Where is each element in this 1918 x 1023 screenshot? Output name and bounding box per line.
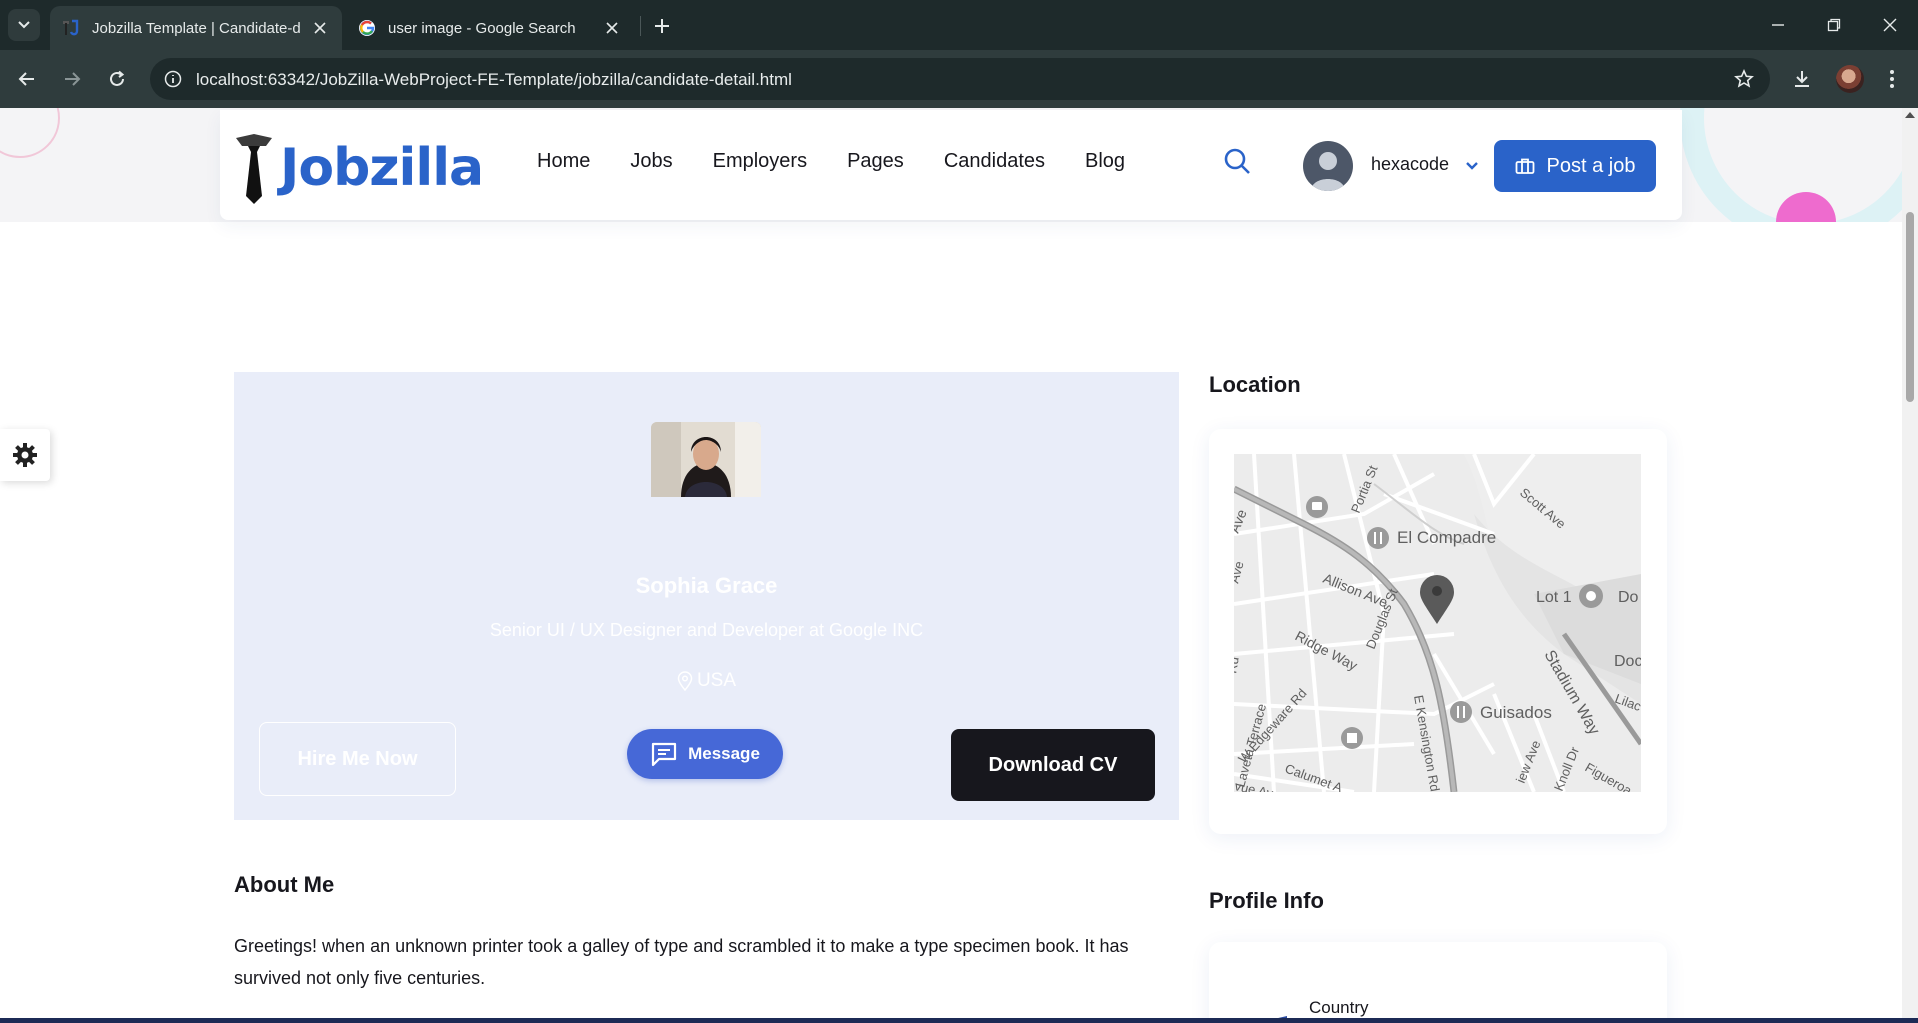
new-tab-button[interactable] <box>648 12 676 40</box>
address-bar[interactable]: localhost:63342/JobZilla-WebProject-FE-T… <box>150 58 1770 100</box>
scrollbar-thumb[interactable] <box>1906 212 1914 402</box>
download-cv-button[interactable]: Download CV <box>951 729 1155 801</box>
restore-button[interactable] <box>1814 10 1854 40</box>
settings-widget[interactable] <box>0 429 50 481</box>
chevron-down-icon <box>18 21 30 29</box>
svg-text:Guisados: Guisados <box>1480 703 1552 722</box>
reload-button[interactable] <box>101 63 133 95</box>
bookmark-star-icon[interactable] <box>1732 67 1756 91</box>
close-window-button[interactable] <box>1870 10 1910 40</box>
svg-text:Do: Do <box>1618 589 1639 606</box>
chevron-down-icon[interactable] <box>1464 158 1480 174</box>
browser-menu-icon[interactable] <box>1876 63 1908 95</box>
profile-info-title: Profile Info <box>1209 888 1324 913</box>
close-icon[interactable] <box>602 18 622 38</box>
back-button[interactable] <box>11 63 43 95</box>
page-scrollbar[interactable] <box>1902 108 1918 1023</box>
scroll-up-arrow[interactable] <box>1905 112 1915 118</box>
location-pin-icon <box>677 671 693 691</box>
avatar[interactable] <box>1303 141 1353 191</box>
forward-button[interactable] <box>56 63 88 95</box>
about-text: Greetings! when an unknown printer took … <box>234 936 1129 988</box>
logo-text: Jobzilla <box>280 138 484 198</box>
tab-jobzilla[interactable]: Jobzilla Template | Candidate-d <box>50 6 342 50</box>
map-label: El Compadre <box>1397 528 1496 547</box>
nav-employers[interactable]: Employers <box>713 150 807 173</box>
google-g-icon <box>358 19 376 37</box>
tab-search-button[interactable] <box>8 9 40 41</box>
svg-text:Lot 1: Lot 1 <box>1536 589 1572 606</box>
candidate-profile-card: Sophia Grace Senior UI / UX Designer and… <box>234 372 1179 820</box>
footer-strip <box>0 1018 1918 1023</box>
profile-info-card: Country <box>1209 942 1667 1023</box>
location-title: Location <box>1209 372 1301 397</box>
post-job-label: Post a job <box>1546 154 1636 177</box>
country-label: Country <box>1309 998 1369 1017</box>
arrow-right-icon <box>65 72 81 86</box>
chat-bubble-icon <box>650 741 678 767</box>
nav-pages[interactable]: Pages <box>847 150 904 173</box>
nav-jobs[interactable]: Jobs <box>630 150 672 173</box>
candidate-location-text: USA <box>696 670 737 691</box>
url-text: localhost:63342/JobZilla-WebProject-FE-T… <box>196 70 792 89</box>
search-icon[interactable] <box>1220 144 1254 178</box>
browser-tab-bar: Jobzilla Template | Candidate-d user ima… <box>0 0 1918 50</box>
minimize-icon <box>1772 24 1784 26</box>
candidate-photo <box>651 422 761 497</box>
site-info-icon[interactable] <box>160 66 186 92</box>
main-nav: Home Jobs Employers Pages Candidates Blo… <box>537 150 1165 173</box>
tie-logo-icon <box>236 134 272 204</box>
location-map-card: El Compadre Allison Ave Douglas St Ridge… <box>1209 429 1667 834</box>
site-logo[interactable]: Jobzilla <box>234 132 484 204</box>
browser-profile-avatar[interactable] <box>1836 65 1864 93</box>
candidate-name: Sophia Grace <box>635 573 778 598</box>
post-job-button[interactable]: Post a job <box>1494 140 1656 192</box>
candidate-location: USA <box>234 670 1179 692</box>
nav-home[interactable]: Home <box>537 150 590 173</box>
message-button[interactable]: Message <box>627 729 783 779</box>
briefcase-icon <box>1515 157 1535 175</box>
tab-title: user image - Google Search <box>388 19 576 37</box>
hire-me-button[interactable]: Hire Me Now <box>259 722 456 796</box>
about-title: About Me <box>234 872 335 897</box>
site-header: Jobzilla Home Jobs Employers Pages Candi… <box>220 110 1682 220</box>
nav-blog[interactable]: Blog <box>1085 150 1125 173</box>
minimize-button[interactable] <box>1758 10 1798 40</box>
browser-toolbar: localhost:63342/JobZilla-WebProject-FE-T… <box>0 50 1918 108</box>
tab-title: Jobzilla Template | Candidate-d <box>92 19 301 37</box>
candidate-role: Senior UI / UX Designer and Developer at… <box>489 620 924 640</box>
download-icon[interactable] <box>1786 63 1818 95</box>
message-label: Message <box>688 744 760 763</box>
gear-icon <box>13 443 37 467</box>
close-icon[interactable] <box>310 18 330 38</box>
arrow-left-icon <box>18 72 34 86</box>
user-name[interactable]: hexacode <box>1371 154 1449 175</box>
user-silhouette-icon <box>1311 152 1345 191</box>
tab-google-search[interactable]: user image - Google Search <box>346 6 634 50</box>
page-viewport: Jobzilla Home Jobs Employers Pages Candi… <box>0 108 1902 1023</box>
svg-text:Doc: Doc <box>1614 653 1641 670</box>
nav-candidates[interactable]: Candidates <box>944 150 1045 173</box>
decorative-shape <box>0 108 60 158</box>
close-icon <box>1883 18 1897 32</box>
reload-icon <box>110 70 125 86</box>
plus-icon <box>655 19 669 33</box>
jobzilla-favicon-icon <box>62 19 80 37</box>
restore-icon <box>1827 18 1841 32</box>
map[interactable]: El Compadre Allison Ave Douglas St Ridge… <box>1234 454 1641 792</box>
tab-separator <box>640 16 641 36</box>
